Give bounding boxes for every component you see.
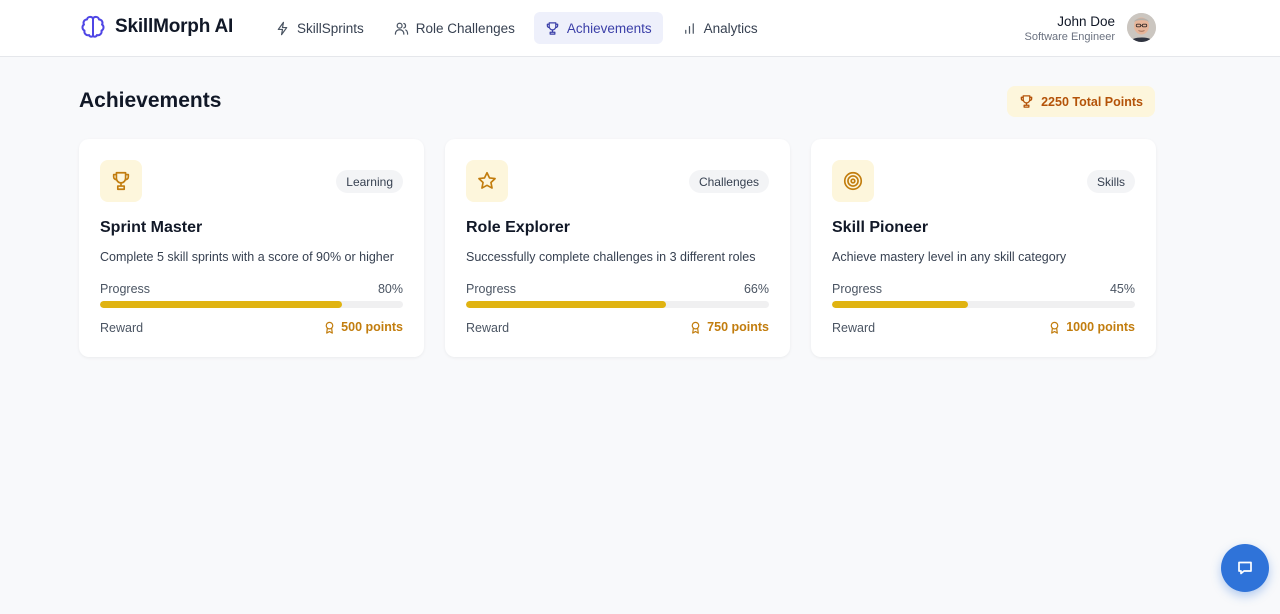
chat-button[interactable] <box>1221 544 1269 592</box>
card-title: Sprint Master <box>100 219 203 236</box>
card-icon-box <box>466 160 508 202</box>
card-title: Role Explorer <box>466 219 571 236</box>
nav-label: Analytics <box>703 20 758 36</box>
total-points-badge: 2250 Total Points <box>1007 86 1155 117</box>
trophy-icon <box>1020 95 1033 108</box>
progress-fill <box>832 301 969 308</box>
card-description: Achieve mastery level in any skill categ… <box>832 250 1067 264</box>
reward-value: 500 points <box>323 320 403 334</box>
nav-label: SkillSprints <box>297 20 364 36</box>
main-nav: SkillSprints Role Challenges Achievement… <box>264 12 769 44</box>
medal-icon <box>691 321 700 334</box>
achievement-card[interactable]: Skills Skill Pioneer Achieve mastery lev… <box>811 139 1156 357</box>
reward-value: 1000 points <box>1048 320 1135 334</box>
reward-label: Reward <box>100 321 144 335</box>
category-tag: Skills <box>1086 170 1135 193</box>
achievement-card[interactable]: Challenges Role Explorer Successfully co… <box>445 139 790 357</box>
nav-item-role-challenges[interactable]: Role Challenges <box>383 12 526 44</box>
progress-percent: 66% <box>743 282 769 296</box>
progress-bar <box>100 301 403 308</box>
target-icon <box>843 171 863 191</box>
reward-label: Reward <box>466 321 510 335</box>
category-tag: Learning <box>336 170 403 193</box>
total-points-text: 2250 Total Points <box>1041 94 1143 109</box>
card-icon-box <box>100 160 142 202</box>
nav-item-achievements[interactable]: Achievements <box>533 12 663 44</box>
nav-item-skillsprints[interactable]: SkillSprints <box>264 12 375 44</box>
progress-label: Progress <box>466 282 517 296</box>
chat-icon <box>1238 561 1252 575</box>
achievement-cards: Learning Sprint Master Complete 5 skill … <box>79 139 1156 357</box>
card-icon-box <box>832 160 874 202</box>
progress-label: Progress <box>100 282 151 296</box>
brand-name: SkillMorph AI <box>115 16 234 37</box>
user-name: John Doe <box>1057 14 1115 29</box>
progress-bar <box>832 301 1135 308</box>
avatar[interactable] <box>1127 13 1156 42</box>
progress-bar <box>466 301 769 308</box>
achievement-card[interactable]: Learning Sprint Master Complete 5 skill … <box>79 139 424 357</box>
reward-label: Reward <box>832 321 876 335</box>
reward-points: 500 points <box>341 320 403 334</box>
category-tag: Challenges <box>688 170 769 193</box>
card-description: Complete 5 skill sprints with a score of… <box>100 250 394 264</box>
card-title: Skill Pioneer <box>832 219 929 236</box>
brain-icon <box>81 15 105 38</box>
nav-label: Achievements <box>566 20 652 36</box>
top-header: SkillMorph AI SkillSprints Role Challeng… <box>0 0 1280 57</box>
nav-label: Role Challenges <box>415 20 515 36</box>
brand[interactable]: SkillMorph AI <box>79 13 233 41</box>
progress-fill <box>466 301 666 308</box>
lightning-icon <box>277 21 288 35</box>
nav-item-analytics[interactable]: Analytics <box>671 12 769 44</box>
progress-label: Progress <box>832 282 883 296</box>
progress-fill <box>100 301 343 308</box>
reward-value: 750 points <box>689 320 769 334</box>
star-icon <box>478 171 496 189</box>
medal-icon <box>325 321 334 334</box>
progress-percent: 45% <box>1109 282 1135 296</box>
card-description: Successfully complete challenges in 3 di… <box>466 250 756 264</box>
user-role: Software Engineer <box>1024 31 1116 43</box>
avatar-image <box>1127 13 1156 42</box>
reward-points: 1000 points <box>1066 320 1135 334</box>
progress-percent: 80% <box>377 282 403 296</box>
trophy-icon <box>112 171 130 191</box>
bar-chart-icon <box>684 22 694 34</box>
page-title: Achievements <box>79 89 222 112</box>
trophy-icon <box>546 21 559 35</box>
medal-icon <box>1050 321 1059 334</box>
users-icon <box>394 22 408 35</box>
reward-points: 750 points <box>707 320 769 334</box>
